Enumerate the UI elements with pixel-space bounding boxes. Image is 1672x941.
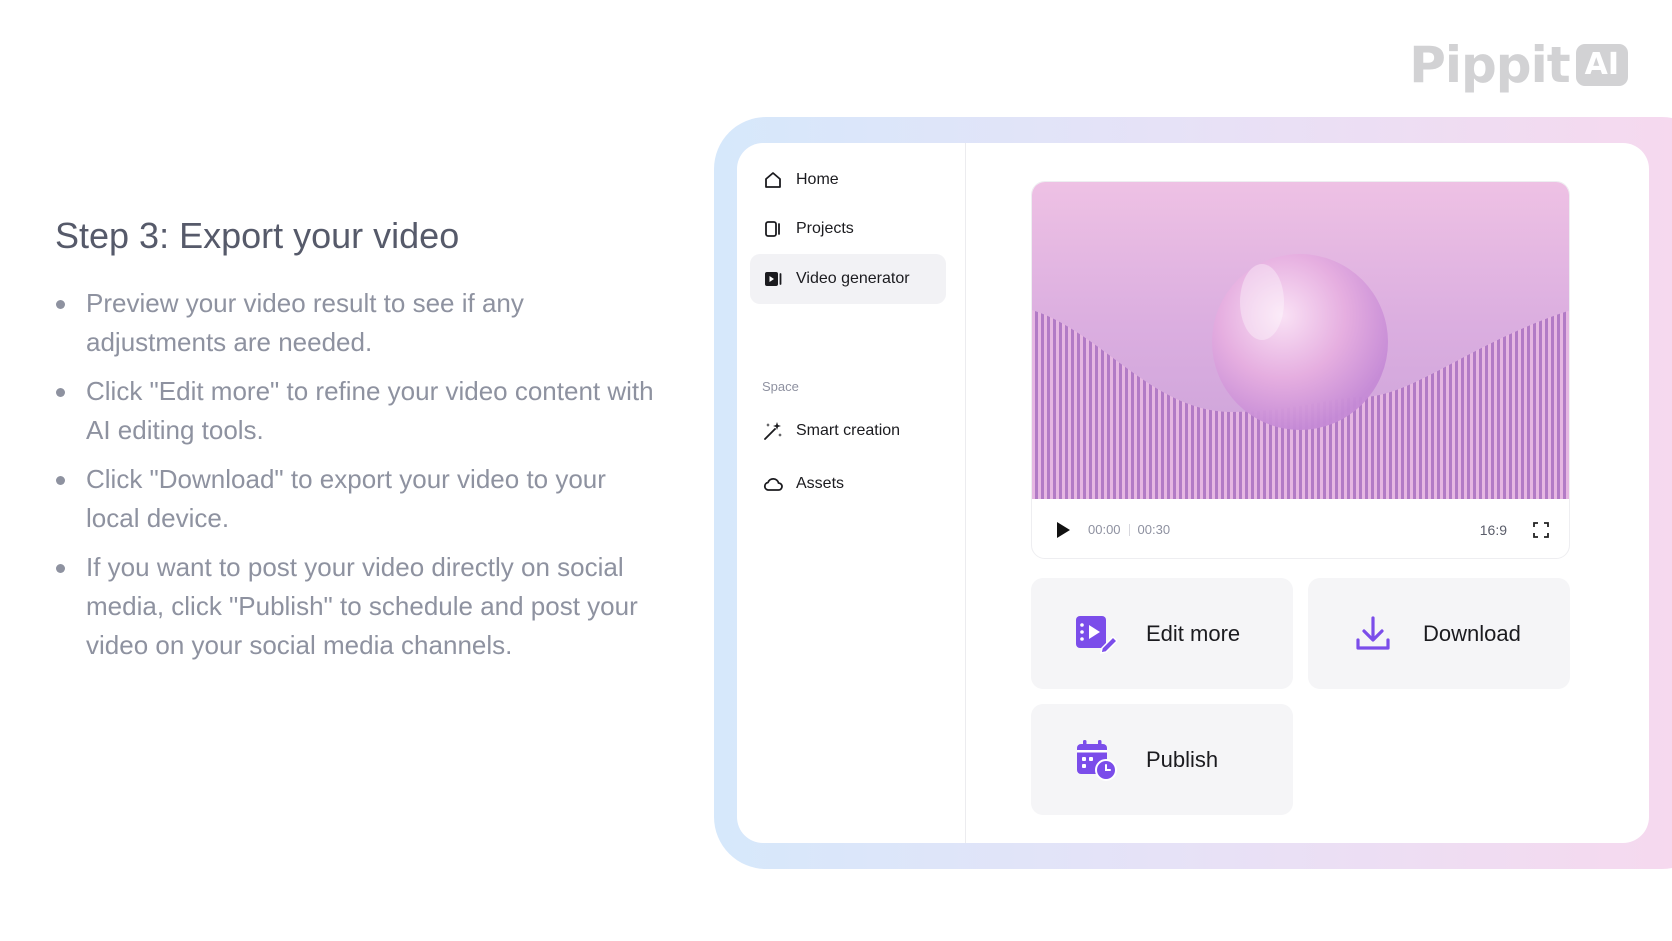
sidebar-item-label: Video generator [796, 270, 910, 287]
publish-button[interactable]: Publish [1031, 704, 1293, 815]
video-preview[interactable] [1032, 182, 1569, 499]
bullet-item: Click "Download" to export your video to… [55, 460, 655, 538]
logo-badge: AI [1575, 44, 1628, 86]
download-label: Download [1423, 620, 1521, 646]
current-time: 00:00 [1088, 522, 1121, 537]
magic-wand-icon [762, 420, 784, 442]
section-label-space: Space [762, 379, 799, 394]
duration-time: 00:30 [1137, 522, 1171, 537]
download-icon [1350, 611, 1396, 657]
sidebar-item-assets[interactable]: Assets [750, 459, 946, 509]
projects-icon [762, 218, 784, 240]
play-icon[interactable] [1052, 519, 1074, 541]
sidebar-item-projects[interactable]: Projects [750, 204, 946, 254]
bullet-item: Preview your video result to see if any … [55, 284, 655, 362]
edit-more-button[interactable]: Edit more [1031, 578, 1293, 689]
bullet-item: If you want to post your video directly … [55, 548, 655, 665]
step-bullet-list: Preview your video result to see if any … [55, 284, 655, 675]
publish-label: Publish [1146, 746, 1219, 772]
fullscreen-icon[interactable] [1531, 520, 1551, 540]
player-controls: 00:00 00:30 16:9 [1032, 499, 1569, 558]
video-thumbnail-art [1032, 254, 1569, 499]
step-title: Step 3: Export your video [55, 215, 460, 256]
calendar-schedule-icon [1073, 737, 1119, 783]
sidebar-item-label: Home [796, 171, 839, 188]
pippit-logo: Pippit AI [1409, 36, 1628, 94]
sidebar-item-home[interactable]: Home [750, 155, 946, 205]
video-generator-icon [762, 268, 784, 290]
edit-video-icon [1073, 611, 1119, 657]
sidebar-item-label: Projects [796, 220, 854, 237]
aspect-ratio-label[interactable]: 16:9 [1480, 522, 1507, 538]
video-player: 00:00 00:30 16:9 [1031, 181, 1570, 559]
sidebar-item-label: Smart creation [796, 422, 901, 439]
sidebar-item-label: Assets [796, 475, 845, 492]
edit-more-label: Edit more [1146, 620, 1241, 646]
sidebar-item-video-generator[interactable]: Video generator [750, 254, 946, 304]
home-icon [762, 169, 784, 191]
sidebar-item-smart-creation[interactable]: Smart creation [750, 406, 946, 456]
cloud-icon [762, 473, 784, 495]
bullet-item: Click "Edit more" to refine your video c… [55, 372, 655, 450]
time-divider [1128, 523, 1130, 536]
download-button[interactable]: Download [1308, 578, 1570, 689]
logo-text: Pippit [1409, 36, 1570, 94]
